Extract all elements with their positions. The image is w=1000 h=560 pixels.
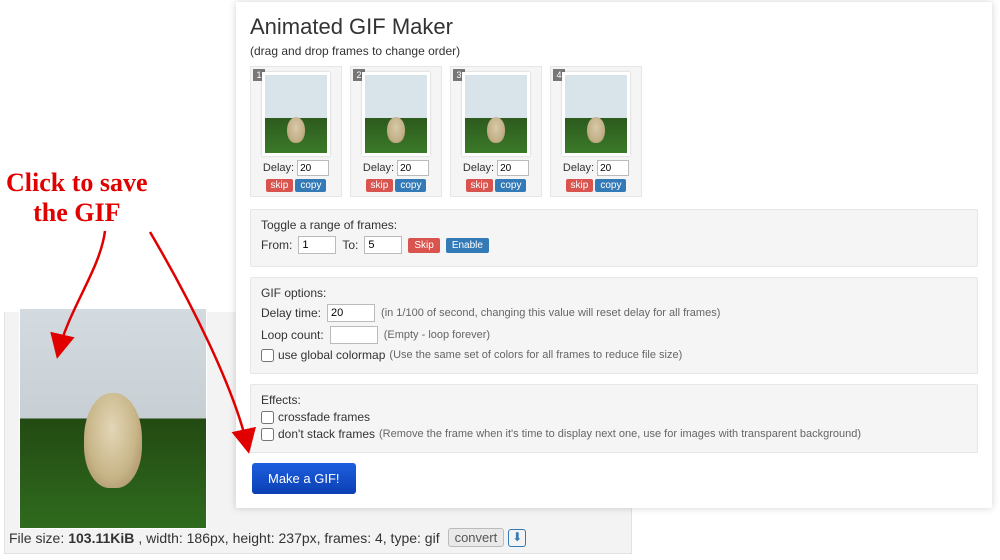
frame-thumbnail[interactable] — [562, 72, 630, 156]
frame-tile[interactable]: 1 Delay: skip copy — [250, 66, 342, 197]
frame-tile[interactable]: 4 Delay: skip copy — [550, 66, 642, 197]
to-label: To: — [342, 238, 358, 252]
annotation-text: Click to save the GIF — [6, 168, 148, 228]
dont-stack-hint: (Remove the frame when it's time to disp… — [379, 428, 861, 440]
to-input[interactable] — [364, 236, 402, 254]
copy-button[interactable]: copy — [295, 179, 326, 192]
gif-preview-image[interactable] — [19, 308, 207, 529]
gif-options-panel: GIF options: Delay time: (in 1/100 of se… — [250, 277, 978, 374]
page-title: Animated GIF Maker — [250, 14, 978, 40]
delay-time-hint: (in 1/100 of second, changing this value… — [381, 307, 720, 319]
effects-panel: Effects: crossfade frames don't stack fr… — [250, 384, 978, 453]
gif-maker-card: Animated GIF Maker (drag and drop frames… — [236, 2, 992, 508]
range-skip-button[interactable]: Skip — [408, 238, 439, 253]
delay-label: Delay: — [363, 162, 394, 174]
delay-time-label: Delay time: — [261, 306, 321, 320]
delay-input[interactable] — [397, 160, 429, 176]
file-size-label: File size: — [9, 530, 64, 546]
toggle-range-panel: Toggle a range of frames: From: To: Skip… — [250, 209, 978, 267]
copy-button[interactable]: copy — [495, 179, 526, 192]
delay-input[interactable] — [497, 160, 529, 176]
frame-tile[interactable]: 2 Delay: skip copy — [350, 66, 442, 197]
delay-input[interactable] — [297, 160, 329, 176]
dog-illustration — [387, 117, 405, 143]
dont-stack-label: don't stack frames — [278, 427, 375, 441]
options-heading: GIF options: — [261, 286, 967, 300]
delay-time-input[interactable] — [327, 304, 375, 322]
frames-row: 1 Delay: skip copy 2 Delay: — [250, 66, 978, 197]
crossfade-checkbox[interactable] — [261, 411, 274, 424]
convert-button[interactable]: convert — [448, 528, 505, 547]
make-gif-button[interactable]: Make a GIF! — [252, 463, 356, 494]
delay-label: Delay: — [463, 162, 494, 174]
file-info-rest: , width: 186px, height: 237px, frames: 4… — [138, 530, 439, 546]
download-icon[interactable]: ⬇ — [508, 529, 526, 547]
global-colormap-hint: (Use the same set of colors for all fram… — [389, 349, 682, 361]
delay-label: Delay: — [563, 162, 594, 174]
skip-button[interactable]: skip — [266, 179, 294, 192]
dog-illustration — [287, 117, 305, 143]
dog-illustration — [84, 393, 142, 488]
delay-input[interactable] — [597, 160, 629, 176]
frame-tile[interactable]: 3 Delay: skip copy — [450, 66, 542, 197]
crossfade-label: crossfade frames — [278, 410, 370, 424]
loop-count-input[interactable] — [330, 326, 378, 344]
global-colormap-checkbox[interactable] — [261, 349, 274, 362]
loop-count-label: Loop count: — [261, 328, 324, 342]
frame-thumbnail[interactable] — [362, 72, 430, 156]
frame-thumbnail[interactable] — [262, 72, 330, 156]
skip-button[interactable]: skip — [366, 179, 394, 192]
from-label: From: — [261, 238, 292, 252]
dog-illustration — [587, 117, 605, 143]
copy-button[interactable]: copy — [595, 179, 626, 192]
copy-button[interactable]: copy — [395, 179, 426, 192]
annotation-line1: Click to save — [6, 168, 148, 197]
global-colormap-label: use global colormap — [278, 348, 385, 362]
file-info-line: File size: 103.11KiB , width: 186px, hei… — [9, 528, 526, 547]
from-input[interactable] — [298, 236, 336, 254]
dog-illustration — [487, 117, 505, 143]
annotation-line2: the GIF — [33, 198, 120, 227]
effects-heading: Effects: — [261, 393, 967, 407]
range-enable-button[interactable]: Enable — [446, 238, 489, 253]
subtitle: (drag and drop frames to change order) — [250, 44, 978, 58]
dont-stack-checkbox[interactable] — [261, 428, 274, 441]
frame-thumbnail[interactable] — [462, 72, 530, 156]
loop-count-hint: (Empty - loop forever) — [384, 329, 490, 341]
toggle-heading: Toggle a range of frames: — [261, 218, 967, 232]
skip-button[interactable]: skip — [466, 179, 494, 192]
skip-button[interactable]: skip — [566, 179, 594, 192]
delay-label: Delay: — [263, 162, 294, 174]
file-size-value: 103.11KiB — [68, 530, 134, 546]
